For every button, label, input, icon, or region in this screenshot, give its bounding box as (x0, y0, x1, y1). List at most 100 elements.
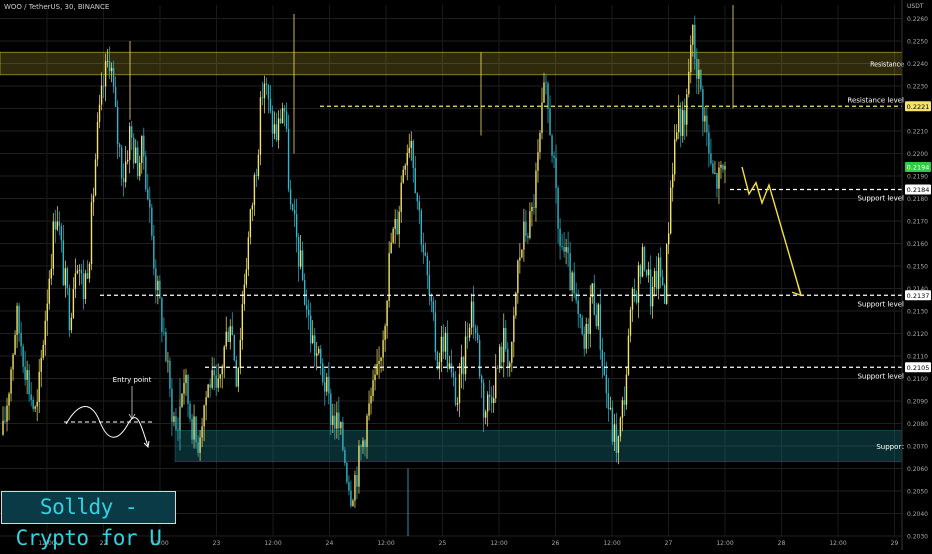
currency-label: USDT (907, 3, 924, 10)
price-tag-label: 0.2137 (907, 292, 930, 300)
candle-body (269, 98, 272, 111)
candle-body (133, 137, 135, 164)
candle-body (545, 82, 547, 84)
candle-body (442, 336, 445, 352)
candle-body (553, 155, 555, 158)
resistance-zone-label: Resistance (870, 61, 904, 69)
candle-body (617, 436, 620, 453)
candle-body (22, 346, 24, 367)
candle-body (710, 153, 712, 164)
candle-body (195, 416, 197, 443)
candle-body (390, 242, 392, 254)
candle-body (233, 334, 235, 361)
candle-body (181, 393, 183, 407)
candle-body (102, 85, 105, 87)
candle-body (505, 327, 507, 349)
candle-body (273, 124, 276, 134)
candle-body (297, 237, 300, 267)
candle-body (307, 309, 310, 316)
candle-body (155, 268, 157, 291)
candle-body (118, 144, 121, 148)
zones: Resistance Support (0, 51, 904, 463)
candle-body (56, 221, 58, 230)
candle-body (659, 257, 662, 277)
candle-body (348, 482, 350, 491)
candle-body (525, 221, 527, 236)
candle-body (98, 104, 101, 122)
candle-body (30, 394, 32, 400)
candle-body (674, 139, 676, 175)
candle-body (259, 97, 262, 155)
levels: Resistance level Support level Support lev… (100, 96, 904, 380)
candle-body (400, 182, 402, 212)
candle-body (267, 84, 270, 99)
candle-body (135, 147, 137, 164)
candle-body (589, 297, 591, 335)
candle-body (310, 315, 312, 343)
candle-body (191, 418, 193, 440)
candle-body (549, 108, 551, 136)
candle-body (18, 305, 20, 333)
entry-point-label: Entry point (113, 376, 152, 384)
candle-body (410, 140, 412, 148)
candle-body (366, 415, 368, 448)
candle-body (466, 336, 469, 338)
candle-body (344, 450, 346, 464)
level-label: Support level (857, 195, 904, 203)
candle-body (645, 269, 648, 276)
candle-body (474, 327, 477, 334)
symbol-title: WOO / TetherUS, 30, BINANCE (4, 3, 110, 11)
candle-body (521, 249, 523, 258)
candle-body (501, 346, 503, 363)
candle-body (120, 147, 123, 179)
candle-body (493, 398, 495, 404)
candle-body (50, 268, 52, 279)
candle-body (199, 437, 201, 453)
candle-body (112, 67, 115, 87)
candle-body (64, 268, 67, 286)
candle-body (320, 348, 322, 364)
candle-body (213, 370, 215, 376)
candle-body (80, 270, 83, 274)
candle-body (563, 246, 565, 252)
candle-body (519, 257, 521, 261)
y-tick-label: 0.2070 (907, 444, 928, 451)
candle-body (575, 293, 577, 301)
candle-body (334, 415, 336, 429)
candle-body (444, 332, 447, 352)
candle-body (440, 336, 443, 363)
candle-body (342, 422, 344, 451)
candle-body (561, 246, 563, 248)
price-chart[interactable]: Resistance Support Resistance level Suppor… (0, 0, 932, 550)
candle-body (482, 382, 485, 418)
candle-body (657, 257, 660, 289)
x-tick-label: 12:00 (829, 540, 846, 547)
candle-body (78, 270, 81, 271)
candle-body (207, 384, 209, 398)
candle-body (464, 336, 467, 375)
candle-body (426, 255, 429, 276)
candle-body (34, 406, 36, 409)
candle-body (571, 272, 573, 291)
candle-body (239, 339, 242, 368)
candle-body (110, 67, 113, 72)
candle-body (4, 420, 6, 422)
candle-body (143, 135, 145, 157)
candle-body (579, 314, 581, 318)
candle-body (454, 377, 457, 405)
candle-body (651, 286, 654, 307)
y-tick-label: 0.2250 (907, 39, 928, 46)
candle-body (629, 309, 632, 336)
y-tick-label: 0.2060 (907, 466, 928, 473)
candle-body (185, 374, 187, 384)
candle-body (165, 332, 167, 361)
candle-body (499, 346, 501, 369)
y-tick-label: 0.2100 (907, 376, 928, 383)
chart-stage[interactable]: Resistance Support Resistance level Suppor… (0, 0, 932, 550)
y-tick-label: 0.2160 (907, 241, 928, 248)
candle-body (197, 442, 199, 453)
candle-body (621, 400, 624, 418)
candle-body (637, 265, 640, 303)
candle-body (627, 335, 630, 375)
candle-body (271, 110, 274, 134)
